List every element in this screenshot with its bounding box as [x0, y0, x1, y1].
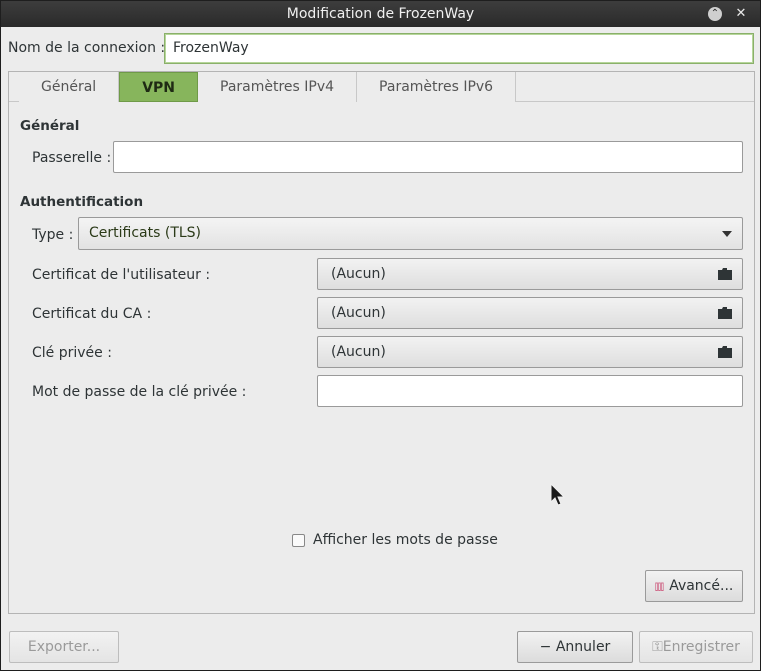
open-file-icon: [718, 346, 732, 358]
dialog-window: Modification de FrozenWay ⌃ ✕ Nom de la …: [0, 0, 761, 671]
cancel-button-label: Annuler: [555, 639, 611, 655]
window-title: Modification de FrozenWay: [286, 6, 475, 22]
key-password-label: Mot de passe de la clé privée :: [32, 384, 247, 400]
tab-vpn[interactable]: VPN: [119, 72, 198, 102]
auth-heading: Authentification: [20, 194, 144, 210]
auth-type-dropdown[interactable]: Certificats (TLS): [78, 217, 743, 250]
auth-type-label: Type :: [32, 227, 74, 243]
mouse-cursor-icon: [550, 483, 566, 506]
sliders-icon: ⫾⫾⫾: [654, 579, 664, 593]
general-heading: Général: [20, 118, 80, 134]
title-bar: Modification de FrozenWay ⌃ ✕: [1, 1, 760, 27]
show-passwords-label: Afficher les mots de passe: [313, 532, 498, 548]
connection-name-input[interactable]: FrozenWay: [164, 33, 754, 64]
auth-type-value: Certificats (TLS): [89, 225, 202, 241]
advanced-button-label: Avancé...: [669, 578, 734, 594]
tab-ipv6[interactable]: Paramètres IPv6: [357, 72, 517, 102]
ca-cert-label: Certificat du CA :: [32, 306, 152, 322]
minimize-icon[interactable]: ⌃: [708, 7, 722, 21]
private-key-value: (Aucun): [331, 344, 386, 360]
save-button[interactable]: ⚿Enregistrer: [639, 631, 753, 663]
export-button[interactable]: Exporter...: [9, 631, 119, 663]
cancel-button[interactable]: − Annuler: [517, 631, 633, 663]
user-cert-chooser[interactable]: (Aucun): [317, 258, 743, 290]
private-key-chooser[interactable]: (Aucun): [317, 336, 743, 368]
settings-notebook: Général VPN Paramètres IPv4 Paramètres I…: [8, 71, 755, 614]
save-button-label: Enregistrer: [662, 639, 740, 655]
open-file-icon: [718, 307, 732, 319]
user-cert-value: (Aucun): [331, 266, 386, 282]
connection-name-label: Nom de la connexion :: [8, 40, 166, 56]
tab-bar: Général VPN Paramètres IPv4 Paramètres I…: [19, 72, 517, 102]
ca-cert-chooser[interactable]: (Aucun): [317, 297, 743, 329]
tab-ipv4[interactable]: Paramètres IPv4: [198, 72, 358, 102]
chevron-down-icon: [722, 231, 732, 237]
open-file-icon: [718, 268, 732, 280]
show-passwords-row[interactable]: Afficher les mots de passe: [292, 532, 498, 548]
minus-icon: −: [539, 639, 556, 655]
show-passwords-checkbox[interactable]: [292, 533, 305, 547]
gateway-input[interactable]: [113, 141, 743, 173]
user-cert-label: Certificat de l'utilisateur :: [32, 267, 211, 283]
private-key-label: Clé privée :: [32, 345, 112, 361]
advanced-button[interactable]: ⫾⫾⫾ Avancé...: [645, 570, 743, 602]
gateway-label: Passerelle :: [32, 150, 112, 166]
key-icon: ⚿: [652, 639, 663, 655]
key-password-input[interactable]: [317, 375, 743, 407]
tab-general[interactable]: Général: [19, 72, 120, 102]
close-icon[interactable]: ✕: [734, 7, 748, 21]
ca-cert-value: (Aucun): [331, 305, 386, 321]
